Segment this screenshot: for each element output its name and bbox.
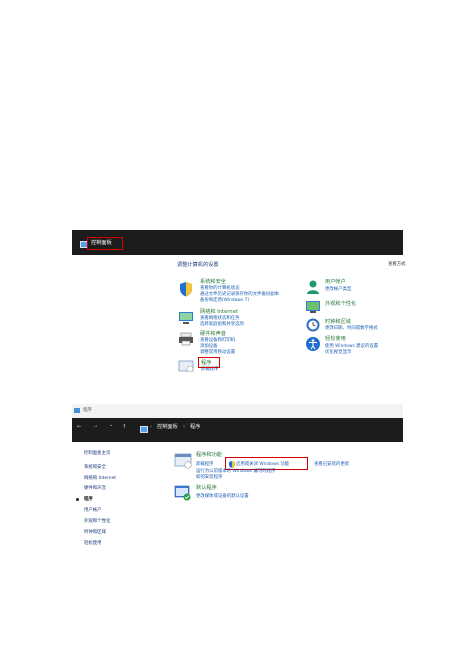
highlight-title bbox=[87, 237, 123, 250]
category-title[interactable]: 网络和 Internet bbox=[200, 309, 238, 315]
appearance-icon bbox=[306, 301, 320, 313]
compat-link[interactable]: 运行为以前版本的 Windows 编写的程序 bbox=[196, 469, 275, 474]
category-title[interactable]: 轻松使用 bbox=[325, 336, 346, 342]
programs-features-icon bbox=[174, 453, 192, 469]
breadcrumb-sep: › bbox=[150, 424, 153, 430]
window-title: 程序 bbox=[83, 408, 92, 413]
highlight-programs bbox=[198, 357, 220, 368]
category-title[interactable]: 时钟和区域 bbox=[325, 319, 351, 325]
shield-icon bbox=[180, 282, 192, 297]
default-programs-title[interactable]: 默认程序 bbox=[196, 485, 217, 491]
category-title[interactable]: 外观和个性化 bbox=[325, 301, 356, 307]
accessibility-icon bbox=[306, 337, 320, 351]
category-link[interactable]: 优化视觉显示 bbox=[325, 350, 351, 355]
uninstall-link[interactable]: 卸载程序 bbox=[196, 462, 214, 467]
user-icon bbox=[307, 280, 319, 294]
programs-features-title[interactable]: 程序和功能 bbox=[196, 452, 222, 458]
category-link[interactable]: 更改帐户类型 bbox=[325, 287, 351, 292]
category-link[interactable]: 备份和还原(Windows 7) bbox=[200, 298, 249, 303]
category-link[interactable]: 更改日期、时间或数字格式 bbox=[325, 326, 378, 331]
clock-globe-icon bbox=[306, 318, 320, 332]
recent-dropdown[interactable]: ⌄ bbox=[109, 422, 113, 428]
forward-button[interactable]: → bbox=[93, 424, 97, 430]
category-link[interactable]: 选择家庭组和共享选项 bbox=[200, 322, 244, 327]
media-defaults-link[interactable]: 更改媒体或设备的默认设置 bbox=[196, 494, 249, 499]
view-by-label: 查看方式 bbox=[388, 262, 406, 267]
control-panel-window: 控制面板 调整计算机的设置 查看方式 系统和安全 查看你的计算机状态 通过文件历… bbox=[72, 230, 406, 372]
view-updates-link[interactable]: 查看已安装的更新 bbox=[314, 462, 349, 467]
category-link[interactable]: 查看你的计算机状态 bbox=[200, 286, 240, 291]
sidebar-item-users[interactable]: 用户帐户 bbox=[84, 508, 102, 513]
category-link[interactable]: 添加设备 bbox=[200, 344, 218, 349]
programs-icon-small bbox=[74, 408, 80, 413]
category-link[interactable]: 查看设备和打印机 bbox=[200, 338, 235, 343]
category-title[interactable]: 用户帐户 bbox=[325, 279, 346, 285]
category-link[interactable]: 通过文件历史记录保存你的文件备份副本 bbox=[200, 292, 279, 297]
breadcrumb-programs[interactable]: 程序 bbox=[190, 424, 200, 430]
network-icon bbox=[179, 312, 193, 324]
how-to-install-link[interactable]: 如何安装程序 bbox=[196, 475, 222, 480]
category-link[interactable]: 使用 Windows 建议的设置 bbox=[325, 344, 378, 349]
programs-window: 程序 ← → ⌄ ↑ › 控制面板 › 程序 控制面板主页 系统和安全 网络和 … bbox=[72, 404, 403, 552]
printer-icon bbox=[179, 332, 193, 346]
address-bar bbox=[72, 418, 403, 442]
page-heading: 调整计算机的设置 bbox=[177, 262, 219, 268]
breadcrumb-control-panel[interactable]: 控制面板 bbox=[157, 424, 178, 430]
sidebar-item-programs[interactable]: 程序 bbox=[84, 497, 93, 502]
active-bullet bbox=[76, 498, 79, 501]
sidebar-item-ease[interactable]: 轻松使用 bbox=[84, 541, 102, 546]
sidebar-item-system[interactable]: 系统和安全 bbox=[84, 465, 106, 470]
control-panel-icon bbox=[140, 426, 148, 433]
category-title[interactable]: 系统和安全 bbox=[200, 279, 226, 285]
category-link[interactable]: 查看网络状态和任务 bbox=[200, 316, 240, 321]
category-title[interactable]: 硬件和声音 bbox=[200, 331, 226, 337]
breadcrumb-sep: › bbox=[183, 424, 186, 430]
category-link[interactable]: 调整常用移动设置 bbox=[200, 350, 235, 355]
window-titlebar bbox=[72, 404, 403, 419]
back-button[interactable]: ← bbox=[77, 424, 81, 430]
sidebar-home[interactable]: 控制面板主页 bbox=[84, 451, 110, 456]
programs-icon bbox=[178, 360, 194, 372]
sidebar-item-clock[interactable]: 时钟和区域 bbox=[84, 530, 106, 535]
default-programs-icon bbox=[174, 485, 191, 501]
sidebar-item-appearance[interactable]: 外观和个性化 bbox=[84, 519, 110, 524]
sidebar-item-hardware[interactable]: 硬件和声音 bbox=[84, 486, 106, 491]
up-button[interactable]: ↑ bbox=[122, 424, 126, 430]
sidebar-item-network[interactable]: 网络和 Internet bbox=[84, 476, 116, 481]
